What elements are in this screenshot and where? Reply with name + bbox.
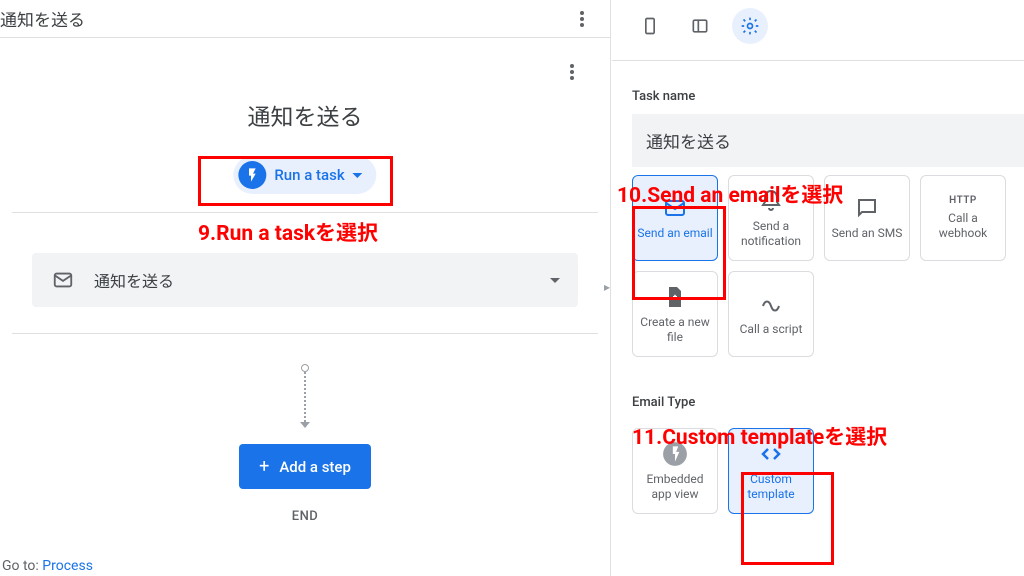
task-name-input[interactable]: 通知を送る [632, 114, 1024, 167]
end-label: END [12, 509, 598, 524]
annotation-9: 9.Run a taskを選択 [198, 217, 378, 247]
mail-icon [50, 267, 76, 293]
step-dropdown-label: 通知を送る [94, 268, 532, 292]
annotation-11: 11.Custom templateを選択 [632, 421, 887, 451]
plus-icon: + [259, 456, 269, 477]
connector [12, 364, 598, 428]
drag-handle-icon[interactable]: ▸ [604, 280, 610, 294]
tile-call-script[interactable]: Call a script [728, 271, 814, 357]
device-tablet-icon[interactable] [682, 8, 718, 44]
process-link[interactable]: Process [42, 558, 93, 574]
gear-icon[interactable] [732, 8, 768, 44]
email-type-label: Email Type [612, 357, 1024, 420]
http-icon: HTTP [949, 195, 977, 206]
process-title: 通知を送る [12, 98, 598, 132]
goto-link: Go to: Process [2, 558, 93, 574]
more-icon[interactable] [570, 7, 594, 31]
script-icon [758, 291, 784, 317]
task-name-label: Task name [612, 61, 1024, 114]
device-phone-icon[interactable] [632, 8, 668, 44]
chat-icon [854, 195, 880, 221]
card-more-icon[interactable] [560, 60, 584, 84]
tile-call-webhook[interactable]: HTTP Call a webhook [920, 175, 1006, 261]
annotation-box-9 [198, 156, 393, 206]
panel-divider [610, 0, 611, 576]
page-title: 通知を送る [0, 6, 85, 31]
annotation-box-11 [741, 472, 834, 565]
chevron-down-icon [550, 278, 560, 283]
step-dropdown[interactable]: 通知を送る [32, 253, 578, 307]
annotation-box-10 [632, 206, 726, 300]
add-step-button[interactable]: + Add a step [239, 444, 371, 489]
add-step-label: Add a step [279, 458, 351, 476]
annotation-10: 10.Send an emailを選択 [617, 179, 843, 209]
